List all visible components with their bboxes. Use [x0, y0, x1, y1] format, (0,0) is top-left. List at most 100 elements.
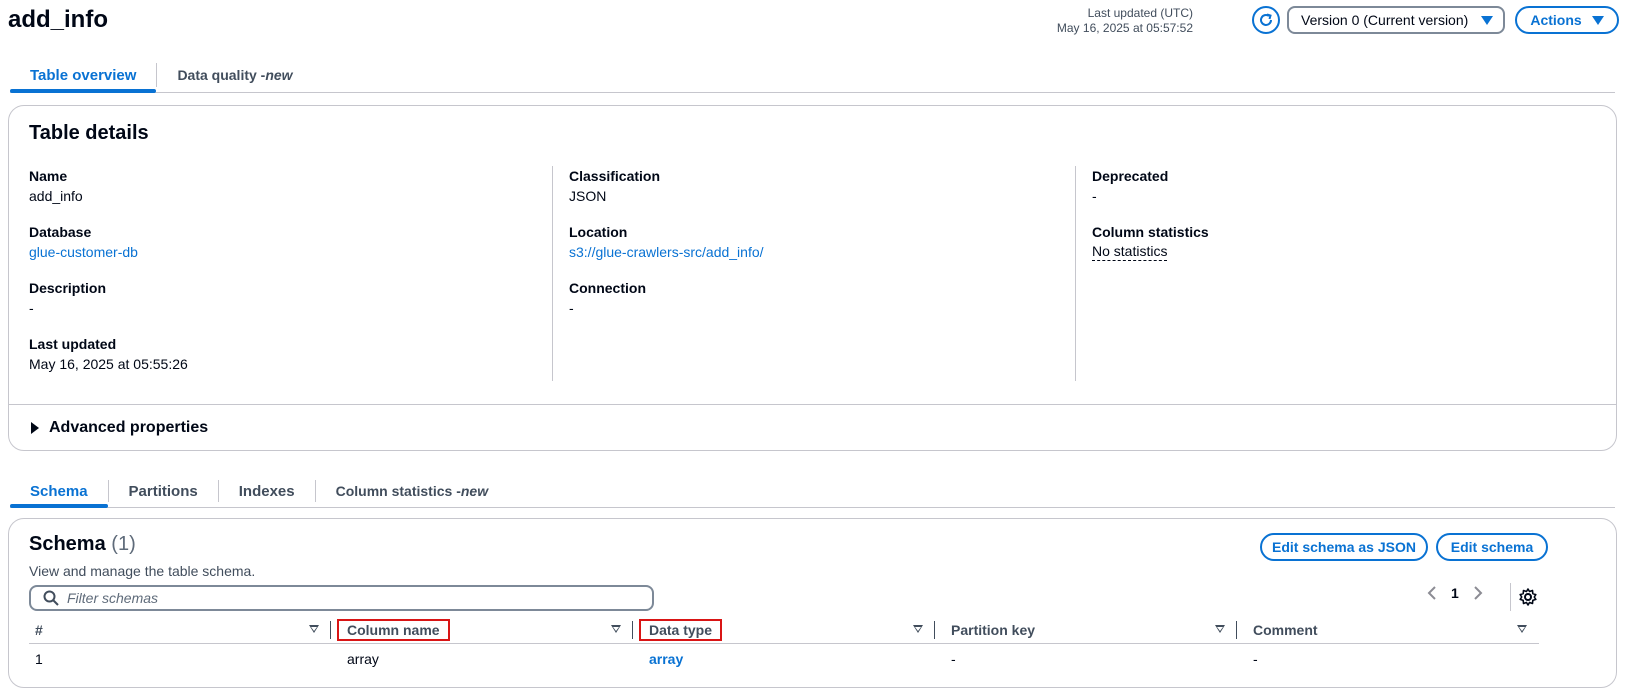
column-header-label: Partition key	[951, 621, 1036, 638]
details-column-3: Deprecated - Column statistics No statis…	[1075, 166, 1598, 381]
actions-label: Actions	[1530, 12, 1582, 28]
detail-label: Classification	[569, 168, 661, 184]
new-badge: new	[265, 67, 293, 83]
cell-comment: -	[1253, 651, 1258, 668]
detail-classification: Classification JSON	[569, 166, 1059, 206]
tab-indexes[interactable]: Indexes	[219, 475, 315, 507]
page-title: add_info	[8, 6, 108, 33]
column-header-index[interactable]: #	[29, 617, 331, 644]
tab-partitions[interactable]: Partitions	[109, 475, 218, 507]
detail-database: Database glue-customer-db	[29, 222, 536, 262]
column-header-comment[interactable]: Comment	[1237, 617, 1539, 644]
detail-value: -	[29, 300, 34, 316]
chevron-left-icon[interactable]	[1427, 586, 1437, 600]
detail-label: Deprecated	[1092, 168, 1169, 184]
tab-label: Schema	[30, 482, 88, 500]
schema-panel: Schema (1) View and manage the table sch…	[8, 518, 1617, 688]
edit-schema-button[interactable]: Edit schema	[1436, 533, 1548, 561]
tab-label: Partitions	[128, 482, 198, 500]
column-header-data-type[interactable]: Data type	[633, 617, 935, 644]
details-column-2: Classification JSON Location s3://glue-c…	[552, 166, 1075, 381]
detail-last-updated: Last updated May 16, 2025 at 05:55:26	[29, 334, 536, 374]
detail-name: Name add_info	[29, 166, 536, 206]
actions-button[interactable]: Actions	[1515, 6, 1619, 34]
pagination: 1	[1427, 585, 1483, 601]
overview-tabs: Table overview Data quality - new	[10, 58, 1615, 93]
detail-label: Name	[29, 168, 68, 184]
database-link[interactable]: glue-customer-db	[29, 242, 536, 262]
refresh-button[interactable]	[1252, 6, 1280, 34]
sort-icon	[913, 625, 923, 633]
detail-label: Column statistics	[1092, 224, 1209, 240]
column-header-label: Column name	[337, 618, 450, 641]
sort-icon	[611, 625, 621, 633]
column-header-partition-key[interactable]: Partition key	[935, 617, 1237, 644]
page-number[interactable]: 1	[1451, 585, 1459, 601]
refresh-icon	[1260, 13, 1272, 26]
sort-icon	[309, 625, 319, 633]
advanced-properties-toggle[interactable]: Advanced properties	[9, 404, 1616, 451]
detail-label: Location	[569, 224, 628, 240]
details-columns: Name add_info Database glue-customer-db …	[29, 166, 1599, 381]
detail-value: -	[1092, 188, 1097, 204]
sort-icon	[1517, 625, 1527, 633]
caret-right-icon	[31, 422, 39, 434]
table-row: 1 array array - -	[29, 643, 1539, 675]
new-badge: new	[460, 483, 489, 499]
tab-schema[interactable]: Schema	[10, 475, 108, 508]
pager-divider	[1510, 583, 1511, 611]
edit-schema-json-button[interactable]: Edit schema as JSON	[1260, 533, 1428, 561]
detail-label: Connection	[569, 280, 646, 296]
schema-title-text: Schema	[29, 533, 106, 555]
search-icon	[43, 590, 59, 606]
caret-down-icon	[1591, 15, 1604, 25]
last-updated: Last updated (UTC) May 16, 2025 at 05:57…	[1057, 6, 1193, 36]
tab-table-overview[interactable]: Table overview	[10, 58, 157, 93]
column-header-label: Data type	[639, 618, 723, 641]
detail-description: Description -	[29, 278, 536, 318]
schema-description: View and manage the table schema.	[29, 563, 256, 579]
tab-data-quality[interactable]: Data quality - new	[157, 58, 312, 92]
detail-connection: Connection -	[569, 278, 1059, 318]
detail-column-statistics: Column statistics No statistics	[1092, 222, 1582, 261]
column-header-label: Comment	[1253, 621, 1318, 638]
schema-tabs: Schema Partitions Indexes Column statist…	[10, 475, 1615, 508]
gear-icon[interactable]	[1518, 587, 1538, 607]
tab-column-statistics[interactable]: Column statistics - new	[316, 475, 508, 507]
detail-value: May 16, 2025 at 05:55:26	[29, 356, 188, 372]
cell-data-type-link[interactable]: array	[633, 643, 935, 675]
last-updated-label: Last updated (UTC)	[1087, 6, 1193, 20]
filter-schemas-field[interactable]	[29, 585, 654, 611]
schema-title: Schema (1)	[29, 533, 136, 556]
cell-index: 1	[35, 651, 43, 668]
detail-location: Location s3://glue-crawlers-src/add_info…	[569, 222, 1059, 262]
detail-label: Database	[29, 224, 92, 240]
tab-label: Column statistics -	[335, 483, 461, 499]
location-link[interactable]: s3://glue-crawlers-src/add_info/	[569, 242, 1059, 262]
schema-table: # Column name Data type Partition key Co…	[29, 617, 1539, 675]
detail-label: Description	[29, 280, 107, 296]
cell-partition-key: -	[951, 651, 956, 668]
cell-column-name: array	[347, 651, 379, 668]
chevron-right-icon[interactable]	[1473, 586, 1483, 600]
advanced-properties-label: Advanced properties	[49, 419, 209, 436]
tab-label: Data quality -	[177, 67, 266, 83]
tab-label: Table overview	[30, 66, 137, 84]
details-column-1: Name add_info Database glue-customer-db …	[29, 166, 552, 381]
column-header-label: #	[35, 621, 43, 638]
column-header-column-name[interactable]: Column name	[331, 617, 633, 644]
version-select-value: Version 0 (Current version)	[1301, 12, 1469, 28]
detail-value: JSON	[569, 188, 607, 204]
detail-deprecated: Deprecated -	[1092, 166, 1582, 206]
tab-label: Indexes	[238, 482, 295, 500]
column-statistics-popover[interactable]: No statistics	[1092, 242, 1168, 261]
schema-count: (1)	[111, 533, 136, 555]
last-updated-value: May 16, 2025 at 05:57:52	[1056, 21, 1193, 35]
detail-value: -	[569, 300, 574, 316]
table-details-panel: Table details Name add_info Database glu…	[8, 105, 1617, 451]
detail-label: Last updated	[29, 336, 117, 352]
filter-schemas-input[interactable]	[67, 590, 627, 606]
sort-icon	[1215, 625, 1225, 633]
version-select[interactable]: Version 0 (Current version)	[1287, 6, 1505, 34]
page-header: add_info Last updated (UTC) May 16, 2025…	[0, 0, 1625, 46]
